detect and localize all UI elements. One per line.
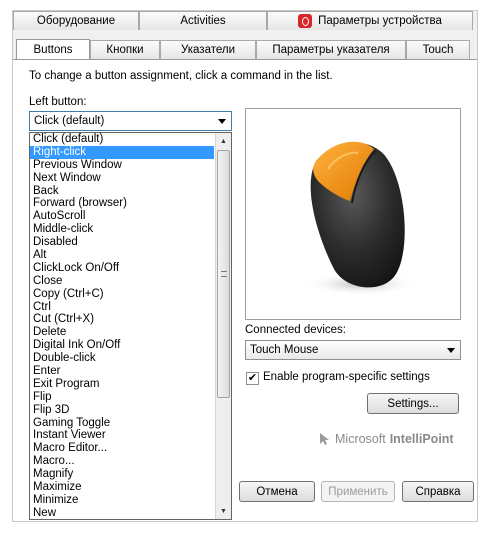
left-button-value: Click (default): [34, 115, 105, 127]
instructions-text: To change a button assignment, click a c…: [29, 70, 333, 82]
dropdown-option[interactable]: Double-click: [30, 352, 214, 365]
mouse-preview: [245, 108, 461, 320]
scroll-down-icon[interactable]: ▼: [216, 503, 231, 519]
dropdown-option[interactable]: Instant Viewer: [30, 429, 214, 442]
dropdown-option[interactable]: AutoScroll: [30, 210, 214, 223]
connected-devices-dropdown[interactable]: Touch Mouse: [245, 340, 461, 360]
checkmark-icon: ✔: [247, 372, 258, 384]
dropdown-option[interactable]: Minimize: [30, 494, 214, 507]
connected-devices-label: Connected devices:: [245, 324, 347, 336]
dropdown-option[interactable]: Flip 3D: [30, 404, 214, 417]
dropdown-option[interactable]: Macro...: [30, 455, 214, 468]
cancel-button[interactable]: Отмена: [239, 481, 315, 502]
mouse-properties-dialog: Оборудование Activities Параметры устрой…: [12, 10, 478, 522]
tab-pointers[interactable]: Указатели: [160, 40, 256, 59]
chevron-down-icon[interactable]: [447, 348, 455, 353]
touch-mouse-image: [303, 141, 419, 296]
dropdown-option[interactable]: Close: [30, 275, 214, 288]
tab-hardware[interactable]: Оборудование: [13, 11, 139, 30]
scroll-up-icon[interactable]: ▲: [216, 133, 231, 149]
dropdown-option[interactable]: Digital Ink On/Off: [30, 339, 214, 352]
tab-label: Activities: [180, 15, 226, 27]
intellipoint-logo: Microsoft IntelliPoint: [319, 432, 454, 446]
dropdown-option[interactable]: Ctrl: [30, 301, 214, 314]
dropdown-option[interactable]: Enter: [30, 365, 214, 378]
tab-label: Параметры указателя: [272, 44, 390, 56]
cancel-button-label: Отмена: [256, 485, 298, 498]
connected-device-value: Touch Mouse: [250, 344, 319, 356]
dropdown-option[interactable]: ClickLock On/Off: [30, 262, 214, 275]
left-button-dropdown[interactable]: Click (default): [29, 111, 232, 131]
tab-buttons[interactable]: Buttons: [16, 39, 90, 60]
help-button-label: Справка: [415, 485, 461, 498]
tab-row-top: Оборудование Activities Параметры устрой…: [13, 11, 473, 30]
brand-product: IntelliPoint: [389, 432, 454, 446]
dropdown-option[interactable]: Alt: [30, 249, 214, 262]
dropdown-option[interactable]: New: [30, 507, 214, 519]
tab-touch[interactable]: Touch: [406, 40, 470, 59]
left-button-options-list[interactable]: Click (default) Right-click Previous Windo…: [29, 132, 232, 520]
dropdown-option[interactable]: Macro Editor...: [30, 442, 214, 455]
dropdown-option[interactable]: Next Window: [30, 172, 214, 185]
dropdown-option[interactable]: Forward (browser): [30, 197, 214, 210]
dropdown-option[interactable]: Right-click: [30, 145, 214, 159]
dropdown-option[interactable]: Back: [30, 185, 214, 198]
tab-label: Buttons: [33, 44, 73, 56]
program-specific-checkbox[interactable]: ✔: [246, 372, 259, 385]
dropdown-option[interactable]: Maximize: [30, 481, 214, 494]
dropdown-option[interactable]: Cut (Ctrl+X): [30, 313, 214, 326]
tab-label: Touch: [422, 44, 454, 56]
dropdown-option[interactable]: Disabled: [30, 236, 214, 249]
dropdown-option[interactable]: Copy (Ctrl+C): [30, 288, 214, 301]
apply-button[interactable]: Применить: [321, 481, 395, 502]
chevron-down-icon[interactable]: [218, 119, 226, 124]
help-button[interactable]: Справка: [402, 481, 474, 502]
dropdown-option[interactable]: Delete: [30, 326, 214, 339]
grip-icon: [221, 271, 227, 277]
program-specific-label: Enable program-specific settings: [263, 371, 430, 383]
scroll-thumb[interactable]: [217, 150, 230, 398]
left-button-label: Left button:: [29, 96, 87, 108]
dropdown-option[interactable]: Middle-click: [30, 223, 214, 236]
apply-button-label: Применить: [328, 485, 388, 498]
device-settings-icon: [298, 14, 313, 28]
tab-label: Кнопки: [106, 44, 144, 56]
tab-label: Оборудование: [36, 15, 116, 27]
tab-label: Параметры устройства: [318, 15, 442, 27]
tab-pointer-options[interactable]: Параметры указателя: [256, 40, 406, 59]
tab-device-settings[interactable]: Параметры устройства: [267, 11, 473, 30]
options-container: Click (default) Right-click Previous Windo…: [30, 133, 231, 519]
cursor-icon: [320, 433, 329, 445]
scrollbar[interactable]: ▲ ▼: [215, 133, 231, 519]
dropdown-option[interactable]: Gaming Toggle: [30, 417, 214, 430]
dropdown-option[interactable]: Click (default): [30, 133, 214, 146]
tab-knopki[interactable]: Кнопки: [90, 40, 160, 59]
tab-activities[interactable]: Activities: [139, 11, 267, 30]
dropdown-option[interactable]: Flip: [30, 391, 214, 404]
tab-row-bottom: Buttons Кнопки Указатели Параметры указа…: [16, 39, 470, 60]
buttons-tab-page: To change a button assignment, click a c…: [13, 59, 477, 521]
settings-button[interactable]: Settings...: [367, 393, 459, 414]
brand-prefix: Microsoft: [335, 432, 386, 446]
dropdown-option[interactable]: Exit Program: [30, 378, 214, 391]
tab-label: Указатели: [180, 44, 236, 56]
dropdown-option[interactable]: Magnify: [30, 468, 214, 481]
settings-button-label: Settings...: [387, 397, 439, 410]
dropdown-option[interactable]: Previous Window: [30, 159, 214, 172]
